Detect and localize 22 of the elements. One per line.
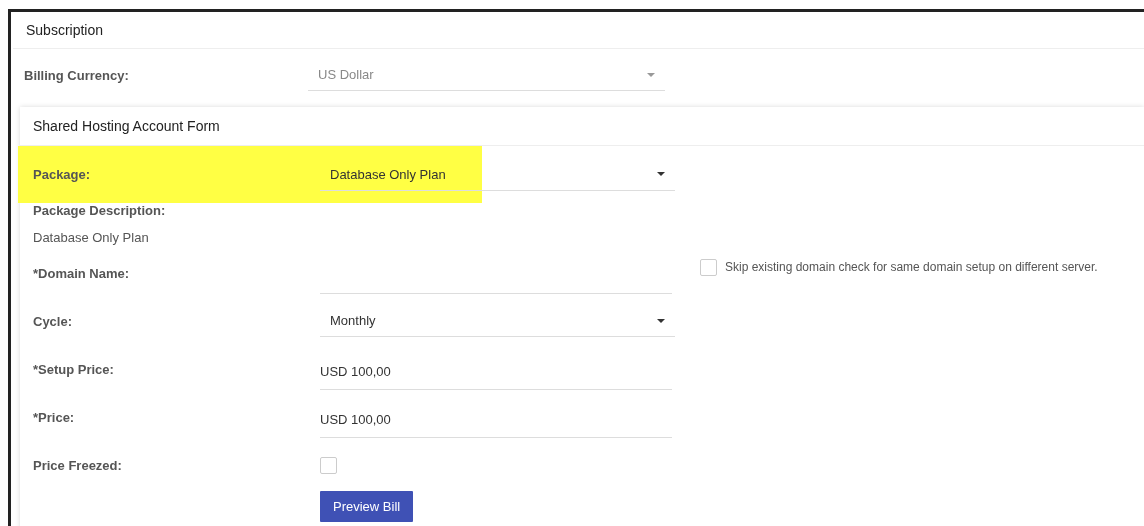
field-label: Price Freezed:: [33, 457, 123, 473]
checkbox-label: Skip existing domain check for same domain setup on different server.: [725, 260, 1098, 274]
field-label: *Price:: [33, 409, 76, 425]
field-label: *Setup Price:: [33, 361, 115, 377]
caret-icon: [657, 318, 665, 323]
input-field[interactable]: USD 100,00: [320, 354, 672, 390]
field-label: Package Description:: [33, 203, 167, 218]
dropdown-select[interactable]: Monthly: [320, 305, 675, 337]
caret-icon: [657, 172, 665, 176]
panel-title: Subscription: [26, 22, 104, 38]
caret-icon: [647, 72, 655, 77]
description-text: Database Only Plan: [33, 230, 150, 245]
field-label: Cycle:: [33, 313, 74, 329]
preview-bill-button[interactable]: Preview Bill: [320, 491, 414, 522]
input-field[interactable]: USD 100,00: [320, 402, 672, 438]
dropdown-select[interactable]: Database Only Plan: [320, 158, 675, 191]
field-label: Package:: [33, 167, 92, 182]
field-label: *Domain Name:: [33, 265, 131, 281]
checkbox[interactable]: [320, 456, 337, 474]
checkbox[interactable]: [700, 258, 717, 276]
card-title: Shared Hosting Account Form: [33, 118, 220, 134]
field-label: Billing Currency:: [24, 67, 130, 83]
